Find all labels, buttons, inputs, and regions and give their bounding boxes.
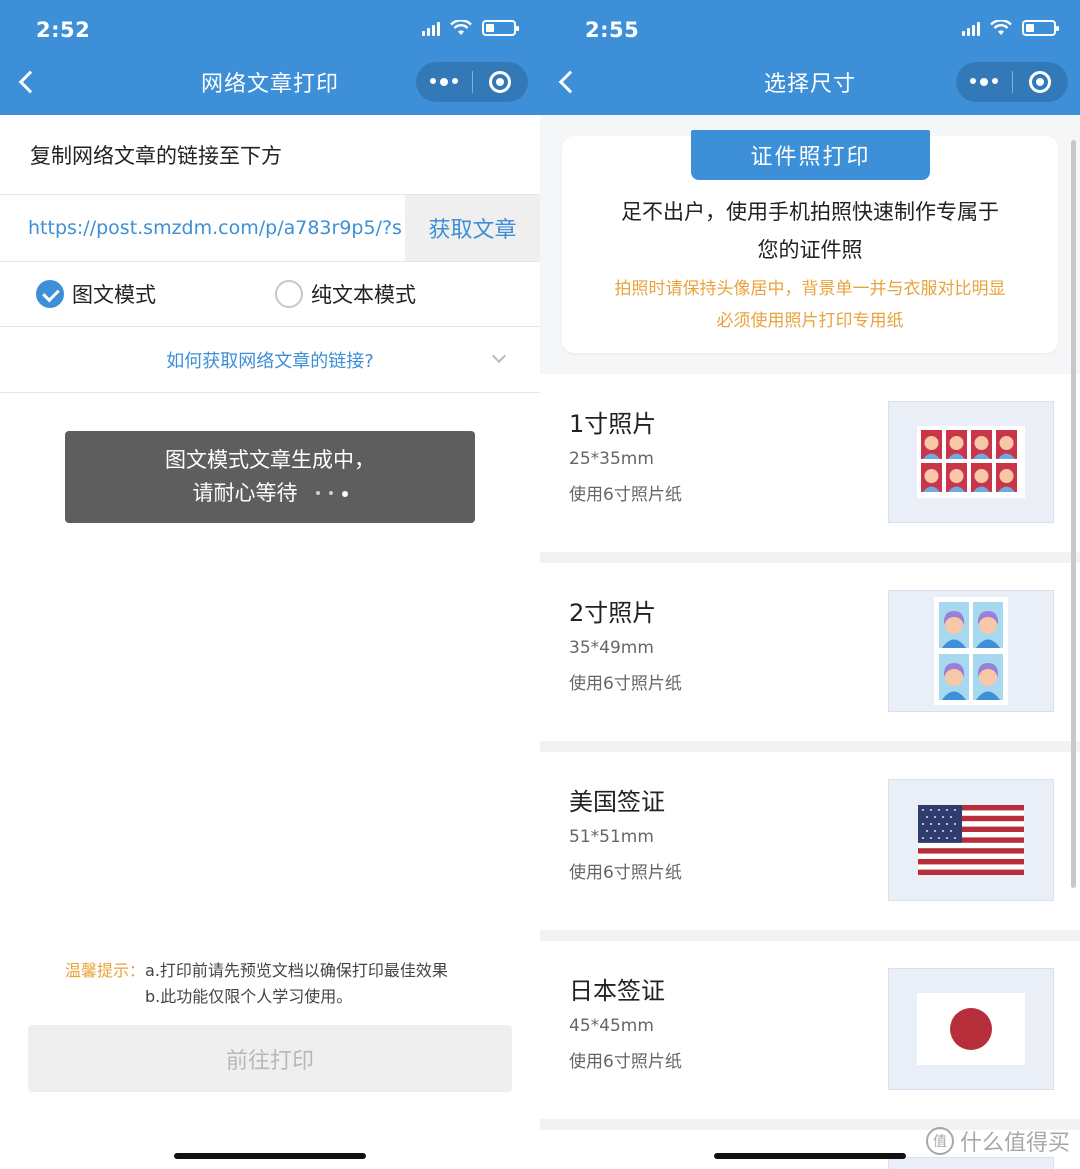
tips: 温馨提示： a.打印前请先预览文档以确保打印最佳效果 b.此功能仅限个人学习使用… (65, 958, 448, 1010)
size-option-1inch[interactable]: 1寸照片 25*35mm 使用6寸照片纸 (540, 374, 1080, 552)
scrollbar[interactable] (1071, 140, 1076, 888)
howto-link[interactable]: 如何获取网络文章的链接? (0, 327, 540, 392)
us-flag-icon (888, 779, 1054, 901)
size-paper: 使用6寸照片纸 (569, 485, 682, 505)
nav-bar: 2:55 选择尺寸 (540, 0, 1080, 115)
go-print-button[interactable]: 前往打印 (28, 1025, 512, 1092)
status-icons (422, 20, 519, 36)
close-miniapp-icon[interactable] (1013, 71, 1069, 93)
watermark-logo-icon: 值 (925, 1127, 954, 1155)
status-icons (962, 20, 1059, 36)
mode-label: 纯文本模式 (311, 283, 416, 307)
chevron-down-icon (491, 348, 507, 364)
mode-label: 图文模式 (72, 283, 156, 307)
intro-badge: 证件照打印 (691, 130, 930, 180)
home-indicator[interactable] (174, 1153, 366, 1159)
tips-line-2: b.此功能仅限个人学习使用。 (145, 987, 353, 1006)
more-icon[interactable] (416, 78, 472, 86)
battery-icon (1022, 20, 1059, 36)
wifi-icon (990, 20, 1012, 35)
size-paper: 使用6寸照片纸 (569, 674, 682, 694)
japan-flag-icon (888, 968, 1054, 1090)
status-time: 2:52 (36, 18, 91, 42)
toast-line-1: 图文模式文章生成中， (165, 447, 375, 472)
size-dimension: 25*35mm (569, 449, 654, 469)
watermark-text: 什么值得买 (959, 1131, 1070, 1156)
size-name: 日本签证 (569, 977, 665, 1005)
size-paper: 使用6寸照片纸 (569, 863, 682, 883)
wifi-icon (450, 20, 472, 35)
size-dimension: 45*45mm (569, 1016, 654, 1036)
tips-line-1: a.打印前请先预览文档以确保打印最佳效果 (145, 961, 448, 980)
radio-checked-icon (36, 280, 64, 308)
intro-warning: 拍照时请保持头像居中，背景单一并与衣服对比明显 必须使用照片打印专用纸 (562, 273, 1058, 337)
loading-toast: 图文模式文章生成中， 请耐心等待 (65, 431, 475, 523)
miniapp-capsule (416, 62, 528, 102)
miniapp-capsule (956, 62, 1068, 102)
size-name: 美国签证 (569, 788, 665, 816)
battery-icon (482, 20, 519, 36)
fetch-article-button[interactable]: 获取文章 (405, 195, 540, 261)
id-photo-grid-icon (888, 590, 1054, 712)
howto-link-text: 如何获取网络文章的链接? (166, 350, 374, 372)
size-dimension: 35*49mm (569, 638, 654, 658)
thumb-partial (888, 1157, 1054, 1169)
mode-option-image-text[interactable]: 图文模式 (36, 279, 156, 309)
choose-size-screen: 2:55 选择尺寸 证件照打印 足不出户，使用手机拍照快速制作专属于 您的证件照… (540, 0, 1080, 1169)
id-photo-grid-icon (888, 401, 1054, 523)
copy-link-label: 复制网络文章的链接至下方 (30, 144, 282, 168)
signal-icon (422, 20, 440, 36)
mode-option-plain-text[interactable]: 纯文本模式 (275, 279, 416, 309)
size-name: 1寸照片 (569, 410, 657, 438)
nav-bar: 2:52 网络文章打印 (0, 0, 540, 115)
size-name: 2寸照片 (569, 599, 657, 627)
intro-description: 足不出户，使用手机拍照快速制作专属于 您的证件照 (562, 193, 1058, 269)
intro-desc-line-2: 您的证件照 (757, 238, 863, 262)
intro-desc-line-1: 足不出户，使用手机拍照快速制作专属于 (621, 200, 999, 224)
article-print-screen: 2:52 网络文章打印 复制网络文章的链接至下方 获取文章 图文模式 (0, 0, 540, 1169)
size-option-japan-visa[interactable]: 日本签证 45*45mm 使用6寸照片纸 (540, 941, 1080, 1119)
size-option-us-visa[interactable]: 美国签证 51*51mm 使用6寸照片纸 (540, 752, 1080, 930)
article-url-input[interactable] (0, 195, 405, 261)
loading-dots-icon (315, 491, 348, 497)
intro-warn-line-1: 拍照时请保持头像居中，背景单一并与衣服对比明显 (614, 279, 1006, 299)
watermark: 值 什么值得买 (925, 1125, 1070, 1157)
close-miniapp-icon[interactable] (473, 71, 529, 93)
more-icon[interactable] (956, 78, 1012, 86)
intro-warn-line-2: 必须使用照片打印专用纸 (716, 311, 904, 331)
signal-icon (962, 20, 980, 36)
size-paper: 使用6寸照片纸 (569, 1052, 682, 1072)
status-time: 2:55 (585, 18, 640, 42)
toast-line-2: 请耐心等待 (192, 481, 298, 505)
tips-label: 温馨提示： (65, 961, 146, 980)
home-indicator[interactable] (714, 1153, 906, 1159)
size-dimension: 51*51mm (569, 827, 654, 847)
radio-unchecked-icon (275, 280, 303, 308)
size-option-2inch[interactable]: 2寸照片 35*49mm 使用6寸照片纸 (540, 563, 1080, 741)
